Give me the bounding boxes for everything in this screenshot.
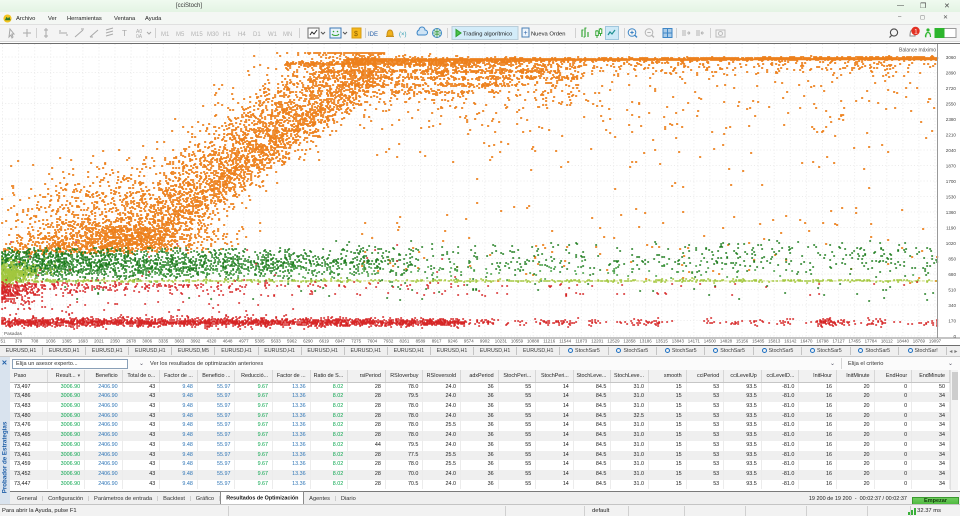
svg-text:9902: 9902	[480, 339, 490, 344]
svg-text:6947: 6947	[335, 339, 345, 344]
svg-text:D1: D1	[253, 32, 261, 38]
svg-text:2678: 2678	[126, 339, 136, 344]
svg-text:H1: H1	[223, 32, 231, 38]
svg-text:10888: 10888	[527, 339, 540, 344]
svg-text:6290: 6290	[303, 339, 313, 344]
svg-text:3335: 3335	[158, 339, 168, 344]
svg-text:15156: 15156	[736, 339, 749, 344]
svg-text:2350: 2350	[110, 339, 120, 344]
svg-text:8261: 8261	[400, 339, 410, 344]
svg-text:5633: 5633	[271, 339, 281, 344]
svg-text:2021: 2021	[94, 339, 104, 344]
svg-text:13843: 13843	[672, 339, 685, 344]
svg-text:18440: 18440	[897, 339, 910, 344]
svg-text:2720: 2720	[946, 86, 957, 91]
svg-text:√: √	[925, 33, 928, 40]
svg-text:708: 708	[31, 339, 39, 344]
svg-text:17784: 17784	[865, 339, 878, 344]
svg-text:12201: 12201	[591, 339, 604, 344]
svg-text:2890: 2890	[946, 70, 957, 75]
svg-text:+: +	[524, 30, 528, 37]
svg-text:12858: 12858	[623, 339, 636, 344]
svg-text:16142: 16142	[784, 339, 797, 344]
svg-text:14171: 14171	[688, 339, 701, 344]
svg-text:Balance máximo: Balance máximo	[899, 48, 936, 54]
svg-text:Pasadas: Pasadas	[4, 331, 23, 336]
svg-text:2040: 2040	[946, 148, 957, 153]
svg-text:14500: 14500	[704, 339, 717, 344]
svg-text:W1: W1	[268, 32, 278, 38]
svg-text:M1: M1	[161, 32, 170, 38]
svg-text:3663: 3663	[175, 339, 185, 344]
svg-text:11873: 11873	[575, 339, 587, 344]
svg-text:(×): (×)	[399, 32, 407, 38]
svg-text:15813: 15813	[768, 339, 781, 344]
svg-text:M30: M30	[207, 32, 219, 38]
svg-text:14828: 14828	[720, 339, 733, 344]
svg-text:19097: 19097	[929, 339, 942, 344]
svg-text:3006: 3006	[142, 339, 152, 344]
svg-text:1530: 1530	[946, 194, 957, 199]
svg-text:9246: 9246	[448, 339, 458, 344]
svg-text:H4: H4	[238, 32, 246, 38]
svg-text:7275: 7275	[351, 339, 361, 344]
svg-text:4977: 4977	[239, 339, 249, 344]
svg-text:379: 379	[15, 339, 23, 344]
svg-text:M15: M15	[191, 32, 203, 38]
svg-text:IDE: IDE	[368, 32, 378, 38]
svg-text:1360: 1360	[946, 210, 957, 215]
svg-text:Nueva Orden: Nueva Orden	[531, 32, 565, 38]
svg-text:8589: 8589	[416, 339, 426, 344]
svg-text:16798: 16798	[816, 339, 829, 344]
svg-text:11544: 11544	[559, 339, 571, 344]
svg-text:510: 510	[948, 287, 956, 292]
svg-text:7932: 7932	[384, 339, 394, 344]
svg-text:1693: 1693	[78, 339, 88, 344]
svg-text:51: 51	[1, 339, 6, 344]
svg-text:7604: 7604	[367, 339, 377, 344]
svg-text:MN: MN	[283, 32, 292, 38]
svg-text:10559: 10559	[511, 339, 524, 344]
svg-text:2550: 2550	[946, 101, 957, 106]
svg-text:$: $	[354, 31, 358, 38]
svg-text:Trading algorítmico: Trading algorítmico	[463, 32, 512, 38]
svg-text:11216: 11216	[543, 339, 555, 344]
svg-text:12529: 12529	[607, 339, 620, 344]
svg-text:340: 340	[948, 303, 956, 308]
svg-text:9574: 9574	[464, 339, 474, 344]
svg-text:0: 0	[953, 334, 956, 339]
svg-text:15485: 15485	[752, 339, 765, 344]
svg-text:1365: 1365	[62, 339, 72, 344]
svg-text:0A: 0A	[136, 34, 143, 40]
svg-text:1190: 1190	[946, 225, 956, 230]
svg-text:5305: 5305	[255, 339, 265, 344]
svg-text:10231: 10231	[495, 339, 508, 344]
svg-text:2210: 2210	[946, 132, 957, 137]
svg-text:170: 170	[948, 318, 956, 323]
svg-text:4320: 4320	[207, 339, 217, 344]
svg-text:1870: 1870	[946, 163, 957, 168]
svg-text:T: T	[122, 29, 127, 38]
svg-text:6619: 6619	[319, 339, 329, 344]
svg-text:680: 680	[948, 272, 956, 277]
svg-text:850: 850	[948, 256, 956, 261]
svg-text:M5: M5	[176, 32, 185, 38]
svg-text:1020: 1020	[946, 241, 957, 246]
svg-text:4648: 4648	[223, 339, 233, 344]
svg-text:17127: 17127	[832, 339, 845, 344]
svg-text:1700: 1700	[946, 179, 957, 184]
svg-text:3992: 3992	[191, 339, 201, 344]
svg-text:5962: 5962	[287, 339, 297, 344]
svg-text:16470: 16470	[800, 339, 813, 344]
svg-text:8917: 8917	[432, 339, 442, 344]
svg-text:18769: 18769	[913, 339, 926, 344]
svg-text:1036: 1036	[46, 339, 56, 344]
svg-text:13186: 13186	[639, 339, 652, 344]
svg-text:17455: 17455	[848, 339, 861, 344]
svg-text:2380: 2380	[946, 117, 957, 122]
svg-text:13515: 13515	[656, 339, 669, 344]
svg-text:3060: 3060	[946, 55, 957, 60]
svg-text:18112: 18112	[881, 339, 893, 344]
